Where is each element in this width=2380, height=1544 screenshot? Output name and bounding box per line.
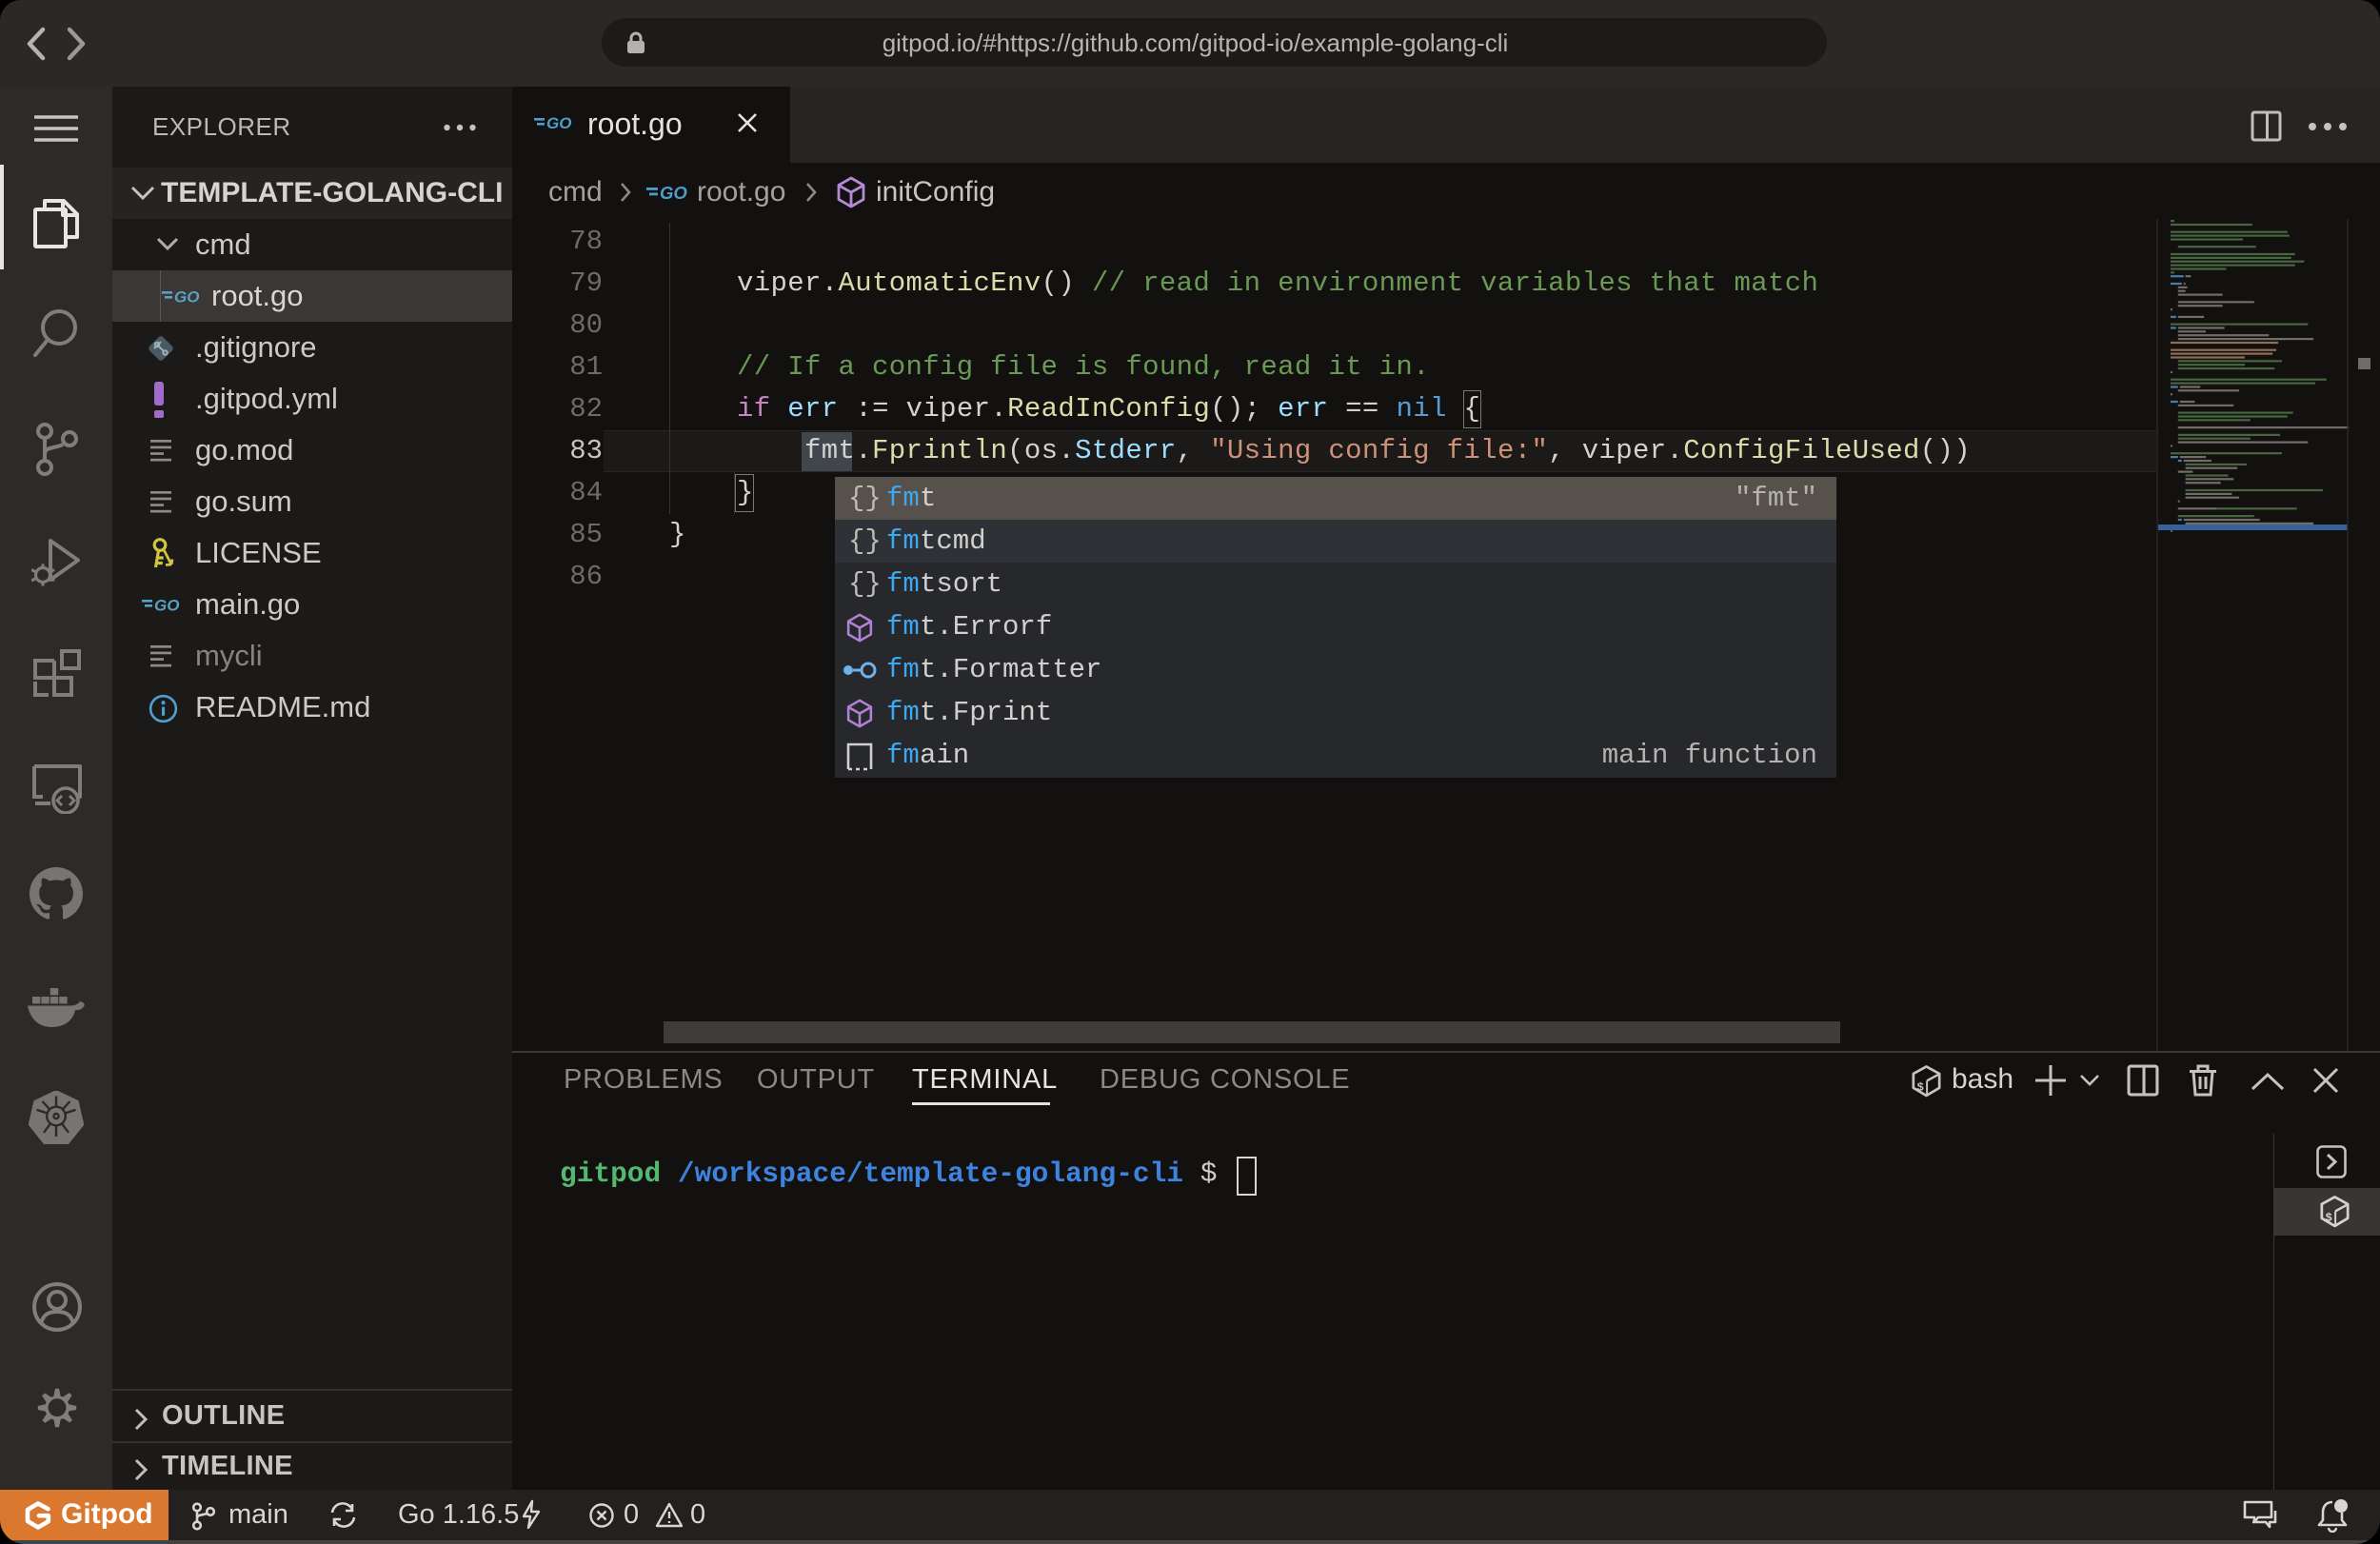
- svg-text:GO: GO: [154, 597, 179, 615]
- svg-text:$: $: [1917, 1080, 1924, 1094]
- svg-text:$: $: [2326, 1211, 2332, 1224]
- svg-text:GO: GO: [174, 288, 199, 307]
- svg-text:GO: GO: [660, 183, 687, 203]
- svg-text:GO: GO: [546, 114, 571, 132]
